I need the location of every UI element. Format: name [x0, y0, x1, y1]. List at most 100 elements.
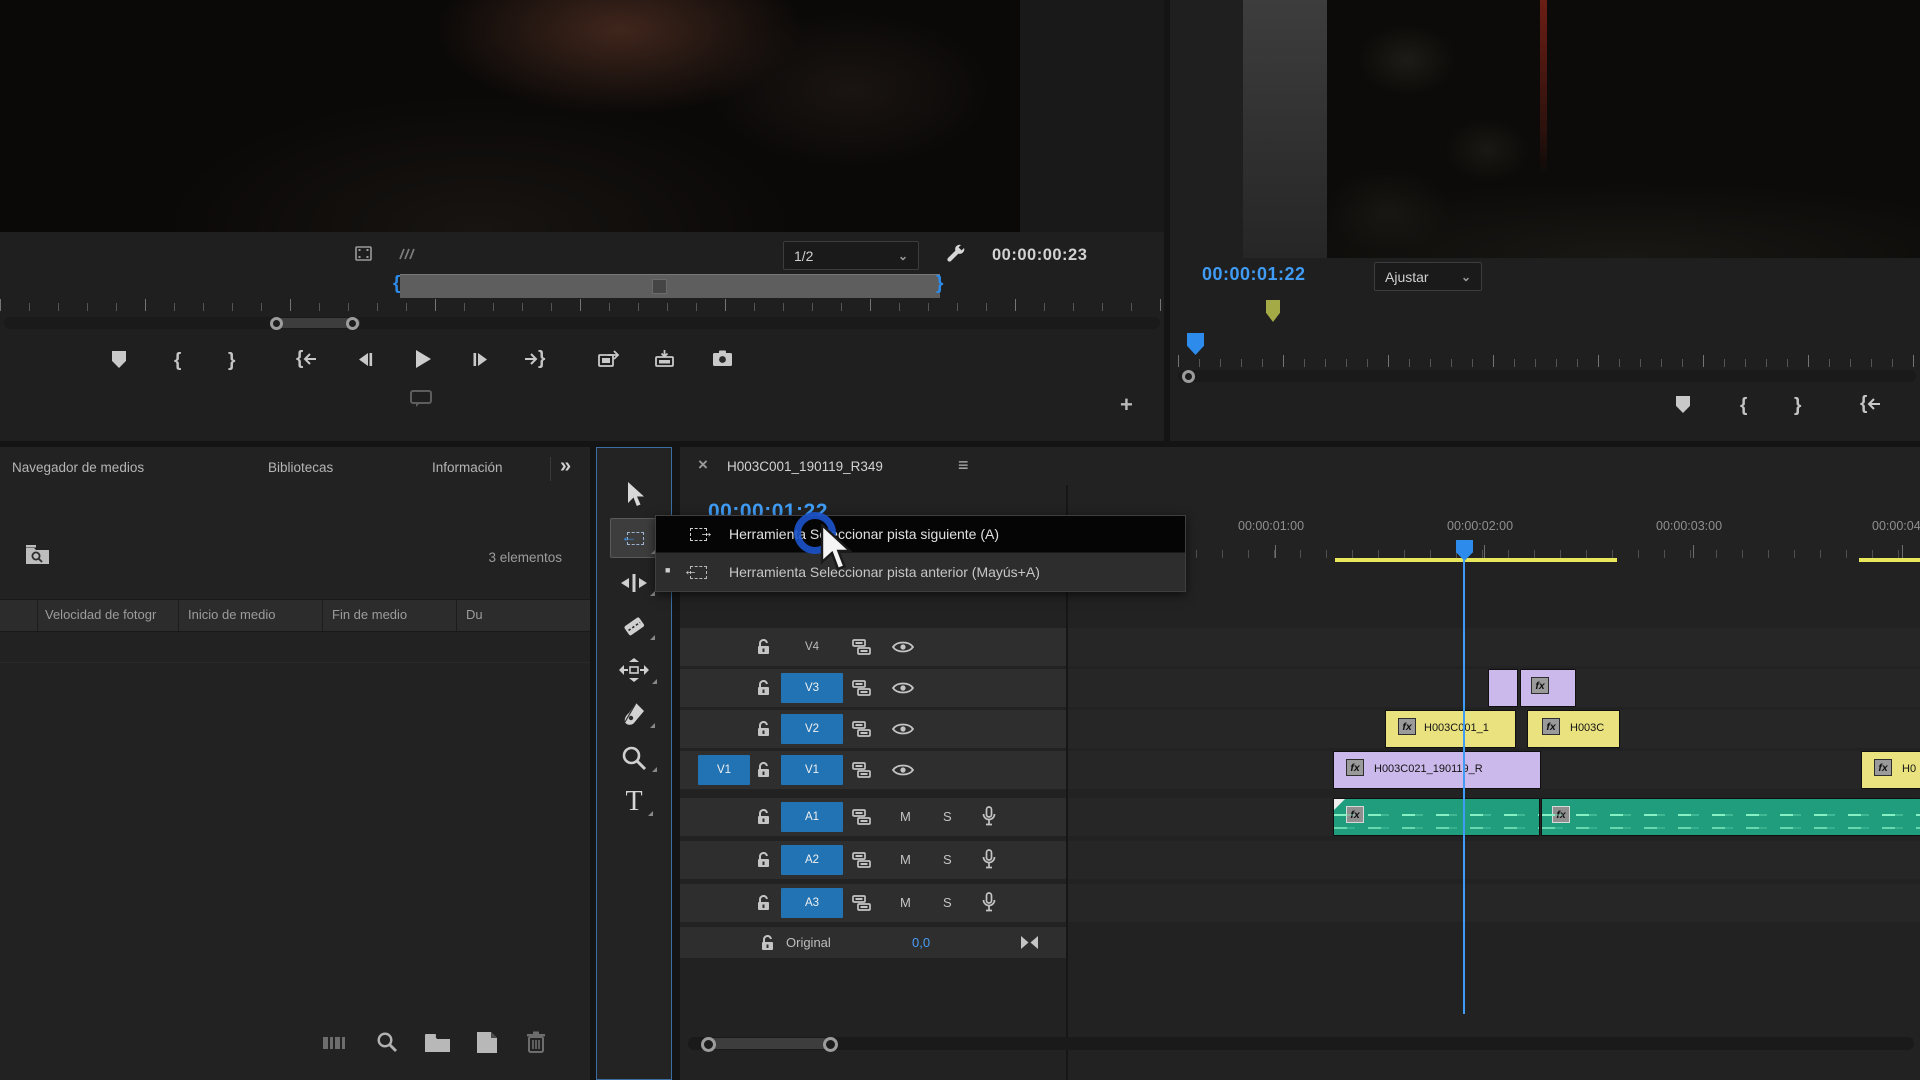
- source-zoom-handle-right[interactable]: [346, 317, 359, 330]
- mute-button[interactable]: M: [900, 852, 911, 867]
- step-back-button[interactable]: [356, 352, 374, 367]
- track-target-a1[interactable]: A1: [781, 802, 843, 832]
- overwrite-button[interactable]: [654, 349, 676, 369]
- clip-v1[interactable]: fx H003C021_190119_R: [1333, 751, 1541, 789]
- eye-toggle-icon[interactable]: [892, 640, 914, 654]
- program-add-marker-button[interactable]: [1676, 396, 1690, 413]
- program-playhead-marker[interactable]: [1187, 333, 1204, 355]
- lock-icon[interactable]: [756, 680, 771, 696]
- sequence-marker-olive[interactable]: [1266, 300, 1280, 322]
- clip-audio-a1-seg2[interactable]: fx: [1541, 798, 1920, 836]
- program-timecode[interactable]: 00:00:01:22: [1202, 264, 1306, 285]
- lock-icon[interactable]: [756, 852, 771, 868]
- panel-menu-icon[interactable]: ≡: [958, 455, 969, 476]
- column-media-end[interactable]: Fin de medio: [332, 607, 407, 622]
- drag-video-icon[interactable]: [355, 246, 373, 262]
- source-in-bracket-icon[interactable]: {: [393, 274, 400, 293]
- lock-icon[interactable]: [756, 895, 771, 911]
- tool-slip[interactable]: [597, 652, 671, 688]
- step-forward-button[interactable]: [472, 352, 490, 367]
- column-media-start[interactable]: Inicio de medio: [188, 607, 275, 622]
- button-editor-add-button[interactable]: +: [1120, 392, 1133, 418]
- bowtie-keyframe-icon[interactable]: [1020, 935, 1039, 950]
- lock-icon[interactable]: [756, 639, 771, 655]
- menu-item-track-select-backward[interactable]: ■ ← Herramienta Seleccionar pista anteri…: [656, 552, 1185, 591]
- timeline-zoom-handle-left[interactable]: [701, 1037, 716, 1052]
- source-range-handle[interactable]: [652, 279, 667, 294]
- search-bin-icon[interactable]: [25, 544, 50, 565]
- column-frame-rate[interactable]: Velocidad de fotogr: [45, 607, 156, 622]
- source-zoom-handle-left[interactable]: [270, 317, 283, 330]
- mute-button[interactable]: M: [900, 895, 911, 910]
- goto-out-button[interactable]: }: [524, 349, 545, 368]
- menu-item-track-select-forward[interactable]: → Herramienta Seleccionar pista siguient…: [656, 516, 1185, 552]
- close-icon[interactable]: ×: [698, 455, 708, 475]
- sync-lock-icon[interactable]: [852, 852, 871, 868]
- export-frame-button[interactable]: [712, 350, 733, 367]
- settings-wrench-icon[interactable]: [944, 243, 968, 267]
- tool-track-select-active[interactable]: ←: [610, 518, 660, 558]
- timeline-zoom-scrollbar-range[interactable]: [708, 1038, 830, 1049]
- track-target-v1[interactable]: V1: [781, 755, 843, 785]
- program-zoom-handle[interactable]: [1182, 370, 1195, 383]
- new-item-icon[interactable]: [476, 1031, 498, 1054]
- track-target-v2[interactable]: V2: [781, 714, 843, 744]
- delete-trash-icon[interactable]: [526, 1031, 546, 1053]
- program-goto-in-button[interactable]: {: [1860, 394, 1881, 413]
- timeline-ruler[interactable]: 00:00:01:00 00:00:02:00 00:00:03:00 00:0…: [1066, 505, 1920, 565]
- source-patch-v1[interactable]: V1: [698, 755, 750, 785]
- program-mark-out-button[interactable]: }: [1794, 396, 1801, 415]
- sync-lock-icon[interactable]: [852, 809, 871, 825]
- lift-comment-bubble-icon[interactable]: [410, 390, 432, 408]
- mic-voiceover-icon[interactable]: [982, 849, 996, 870]
- clip-v3-a[interactable]: [1488, 669, 1518, 707]
- mic-voiceover-icon[interactable]: [982, 892, 996, 913]
- lock-icon[interactable]: [756, 809, 771, 825]
- sync-lock-icon[interactable]: [852, 721, 871, 737]
- track-target-a3[interactable]: A3: [781, 888, 843, 918]
- timeline-playhead-line[interactable]: [1463, 559, 1465, 1014]
- tool-razor[interactable]: [597, 608, 671, 644]
- track-lane-a3[interactable]: [1068, 884, 1920, 922]
- sync-lock-icon[interactable]: [852, 762, 871, 778]
- tab-media-browser[interactable]: Navegador de medios: [12, 460, 144, 475]
- timeline-zoom-handle-right[interactable]: [823, 1037, 838, 1052]
- track-lane-a2[interactable]: [1068, 841, 1920, 879]
- clip-audio-a1-seg1[interactable]: fx: [1333, 798, 1540, 836]
- program-mark-in-button[interactable]: {: [1740, 396, 1747, 415]
- clip-v2-a[interactable]: fx H003C001_1: [1385, 710, 1516, 748]
- clip-v2-b[interactable]: fx H003C: [1527, 710, 1620, 748]
- sync-lock-icon[interactable]: [852, 639, 871, 655]
- clip-v3-b[interactable]: fx: [1520, 669, 1576, 707]
- mic-voiceover-icon[interactable]: [982, 806, 996, 827]
- sequence-tab-title[interactable]: H003C001_190119_R349: [727, 459, 883, 474]
- solo-button[interactable]: S: [943, 809, 952, 824]
- fade-handle-triangle[interactable]: [1334, 799, 1345, 810]
- column-duration[interactable]: Du: [466, 607, 483, 622]
- new-bin-folder-icon[interactable]: [424, 1033, 451, 1053]
- list-view-icon[interactable]: [322, 1035, 348, 1051]
- eye-toggle-icon[interactable]: [892, 763, 914, 777]
- play-button[interactable]: [414, 349, 432, 369]
- source-zoom-scrollbar[interactable]: [4, 317, 1160, 329]
- source-inout-range-bar[interactable]: [400, 274, 940, 298]
- panel-overflow-chevrons[interactable]: »: [560, 455, 571, 478]
- drag-audio-icon[interactable]: [398, 246, 418, 262]
- eye-toggle-icon[interactable]: [892, 681, 914, 695]
- tab-info[interactable]: Información: [432, 460, 503, 475]
- lock-icon[interactable]: [760, 935, 775, 951]
- program-zoom-scrollbar[interactable]: [1178, 370, 1916, 382]
- timeline-zoom-scrollbar[interactable]: [688, 1037, 1914, 1050]
- track-target-a2[interactable]: A2: [781, 845, 843, 875]
- master-level-value[interactable]: 0,0: [912, 935, 930, 950]
- sync-lock-icon[interactable]: [852, 895, 871, 911]
- playback-resolution-dropdown[interactable]: 1/2 ⌄: [783, 241, 919, 270]
- eye-toggle-icon[interactable]: [892, 722, 914, 736]
- tool-zoom[interactable]: [597, 740, 671, 776]
- solo-button[interactable]: S: [943, 852, 952, 867]
- tool-type[interactable]: T: [597, 784, 671, 820]
- source-out-bracket-icon[interactable]: }: [936, 274, 943, 293]
- track-target-v3[interactable]: V3: [781, 673, 843, 703]
- tool-pen[interactable]: [597, 696, 671, 732]
- track-target-v4[interactable]: V4: [781, 632, 843, 662]
